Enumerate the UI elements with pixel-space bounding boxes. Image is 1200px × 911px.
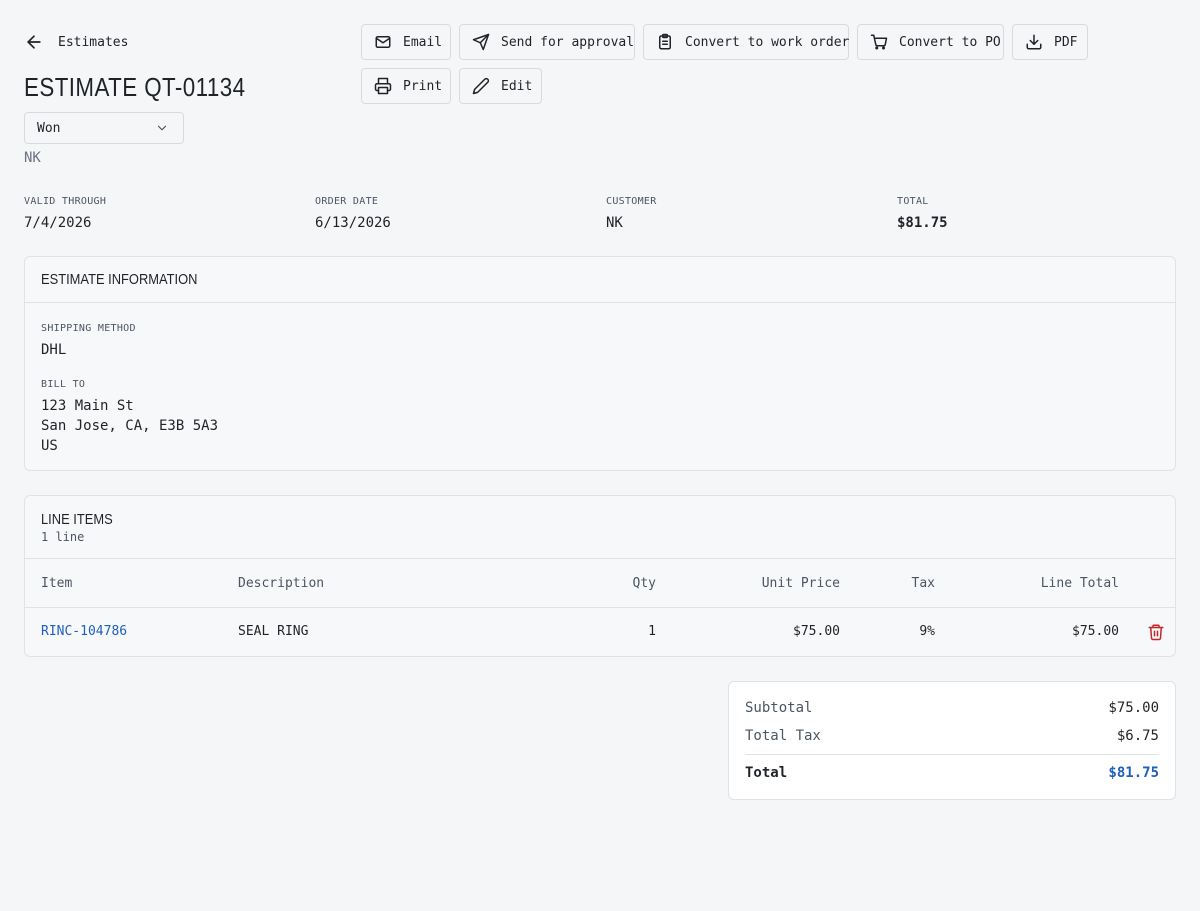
line-items-title: LINE ITEMS [41,511,113,528]
column-header-unit-price: Unit Price [761,576,840,591]
status-select-value: Won [37,120,61,136]
customer-initials: NK [24,150,41,166]
print-button[interactable]: Print [361,68,451,104]
chevron-down-icon [157,125,167,131]
totals-divider [745,754,1159,755]
total-tax-value: $6.75 [1116,728,1159,744]
bill-to-field: BILL TO 123 Main St San Jose, CA, E3B 5A… [41,379,218,456]
bill-to-label: BILL TO [41,379,86,390]
line-item-link[interactable]: RINC-104786 [41,624,127,639]
valid-through-label: VALID THROUGH [24,196,107,207]
bill-to-line-1: 123 Main St [41,398,134,414]
column-header-description: Description [238,576,325,591]
estimate-information-title: ESTIMATE INFORMATION [41,271,198,288]
column-header-qty: Qty [632,576,656,591]
send-for-approval-label: Send for approval [501,34,635,50]
edit-button[interactable]: Edit [459,68,542,104]
line-item-line-total: $75.00 [1072,624,1119,639]
pdf-button-label: PDF [1054,34,1078,50]
order-date-field: ORDER DATE 6/13/2026 [315,196,391,231]
order-date-label: ORDER DATE [315,196,379,207]
column-header-line-total: Line Total [1040,576,1119,591]
subtotal-label: Subtotal [745,700,813,716]
table-header-row: Item Description Qty Unit Price Tax Line… [25,559,1175,608]
back-link-label: Estimates [58,34,129,50]
status-select[interactable]: Won [24,112,184,144]
column-header-tax: Tax [911,576,935,591]
line-item-tax: 9% [919,624,935,639]
edit-button-label: Edit [501,78,533,94]
send-for-approval-button[interactable]: Send for approval [459,24,635,60]
line-item-description: SEAL RING [238,624,309,639]
shipping-method-label: SHIPPING METHOD [41,323,136,334]
pdf-button[interactable]: PDF [1012,24,1088,60]
order-date-value: 6/13/2026 [315,215,391,231]
email-button[interactable]: Email [361,24,451,60]
totals-card: Subtotal $75.00 Total Tax $6.75 Total $8… [728,681,1176,800]
bill-to-line-3: US [41,438,58,454]
pencil-icon [472,77,490,95]
trash-icon [1148,624,1164,641]
table-row: RINC-104786 SEAL RING 1 $75.00 9% $75.00 [25,608,1175,656]
estimate-information-card: ESTIMATE INFORMATION SHIPPING METHOD DHL… [24,256,1176,471]
arrow-left-icon [27,35,41,49]
valid-through-value: 7/4/2026 [24,215,92,231]
total-value: $81.75 [897,215,948,231]
printer-icon [374,77,392,95]
convert-to-po-button[interactable]: Convert to PO [857,24,1004,60]
customer-label: CUSTOMER [606,196,657,207]
line-items-count: 1 line [41,530,85,544]
total-tax-row: Total Tax $6.75 [745,728,1159,744]
grand-total-row: Total $81.75 [745,765,1159,781]
line-items-header: LINE ITEMS 1 line [25,496,1175,559]
line-items-card: LINE ITEMS 1 line Item Description Qty U… [24,495,1176,657]
shipping-method-field: SHIPPING METHOD DHL [41,323,136,360]
convert-to-work-order-label: Convert to work order [685,34,850,50]
column-header-item: Item [41,576,73,591]
download-icon [1026,34,1042,50]
line-item-unit-price: $75.00 [793,624,840,639]
subtotal-row: Subtotal $75.00 [745,700,1159,716]
cart-icon [870,34,888,50]
customer-field: CUSTOMER NK [606,196,657,231]
bill-to-line-2: San Jose, CA, E3B 5A3 [41,418,219,434]
total-field: TOTAL $81.75 [897,196,948,231]
total-tax-label: Total Tax [745,728,821,744]
convert-to-po-label: Convert to PO [899,34,1001,50]
total-label: TOTAL [897,196,929,207]
delete-line-item-button[interactable] [1147,623,1165,641]
mail-icon [375,36,391,48]
clipboard-icon [659,33,671,50]
grand-total-label: Total [745,765,788,781]
page-title: ESTIMATE QT-01134 [24,72,246,102]
email-button-label: Email [403,34,443,50]
subtotal-value: $75.00 [1108,700,1159,716]
send-icon [472,33,490,51]
customer-value: NK [606,215,623,231]
back-to-estimates-link[interactable]: Estimates [24,30,128,54]
shipping-method-value: DHL [41,342,67,358]
print-button-label: Print [403,78,443,94]
estimate-information-header: ESTIMATE INFORMATION [25,257,1175,303]
convert-to-work-order-button[interactable]: Convert to work order [643,24,849,60]
line-item-qty: 1 [648,624,656,639]
grand-total-value: $81.75 [1108,765,1159,781]
valid-through-field: VALID THROUGH 7/4/2026 [24,196,106,231]
